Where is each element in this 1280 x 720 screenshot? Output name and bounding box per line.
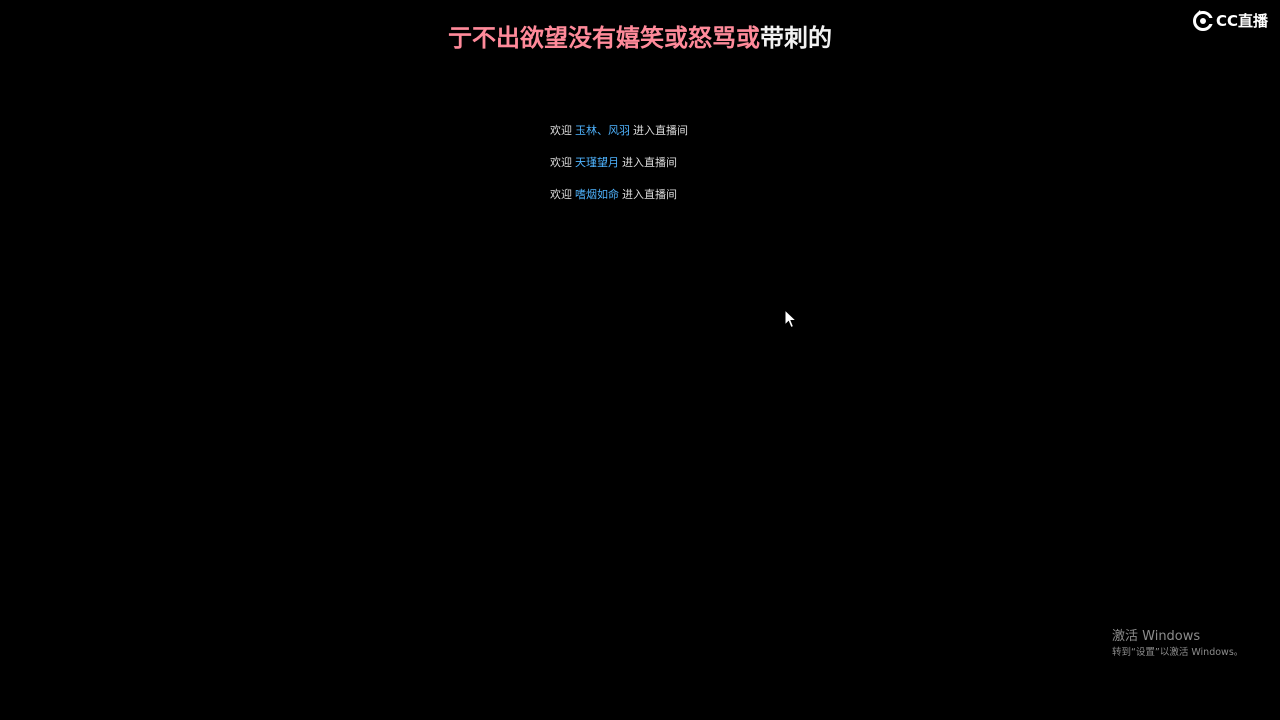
welcome-message-list: 欢迎 玉林、风羽 进入直播间 欢迎 天瑾望月 进入直播间 欢迎 嗜烟如命 进入直播间 xyxy=(550,122,850,218)
welcome-prefix: 欢迎 xyxy=(550,156,572,169)
welcome-prefix: 欢迎 xyxy=(550,124,572,137)
lyric-unsung-part: 带刺的 xyxy=(760,24,832,52)
activation-subtitle: 转到“设置”以激活 Windows。 xyxy=(1112,647,1244,658)
welcome-username[interactable]: 天瑾望月 xyxy=(575,156,619,169)
welcome-prefix: 欢迎 xyxy=(550,188,572,201)
windows-activation-watermark: 激活 Windows 转到“设置”以激活 Windows。 xyxy=(1112,628,1243,660)
cc-live-logo: CC直播 xyxy=(1192,8,1268,32)
welcome-username[interactable]: 玉林、风羽 xyxy=(575,124,630,137)
lyric-subtitle: 亍不出欲望没有嬉笑或怒骂或带刺的 xyxy=(0,18,1280,53)
welcome-suffix: 进入直播间 xyxy=(633,124,688,137)
lyric-sung-part: 亍不出欲望没有嬉笑或怒骂或 xyxy=(448,24,760,52)
welcome-message: 欢迎 天瑾望月 进入直播间 xyxy=(550,154,850,186)
welcome-suffix: 进入直播间 xyxy=(622,156,677,169)
welcome-message: 欢迎 玉林、风羽 进入直播间 xyxy=(550,122,850,154)
logo-text: CC直播 xyxy=(1216,11,1269,30)
welcome-username[interactable]: 嗜烟如命 xyxy=(575,188,619,201)
welcome-suffix: 进入直播间 xyxy=(622,188,677,201)
cc-logo-icon xyxy=(1193,10,1214,31)
mouse-pointer-icon xyxy=(784,309,798,329)
stream-screen: 亍不出欲望没有嬉笑或怒骂或带刺的 CC直播 欢迎 玉林、风羽 进入直播间 欢迎 天瑾望… xyxy=(0,0,1280,720)
welcome-message: 欢迎 嗜烟如命 进入直播间 xyxy=(550,186,850,218)
activation-title: 激活 Windows xyxy=(1112,629,1201,644)
